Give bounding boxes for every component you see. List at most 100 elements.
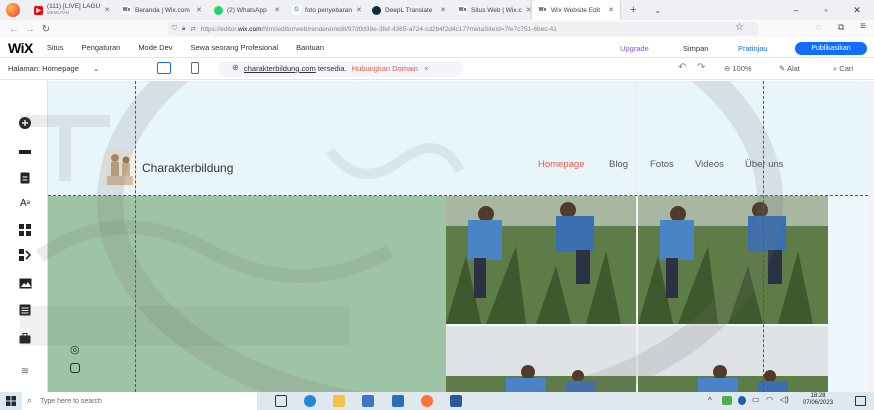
desktop-view-icon[interactable] bbox=[157, 62, 171, 74]
nav-blog[interactable]: Blog bbox=[609, 159, 628, 170]
preview-button[interactable]: Pratinjau bbox=[738, 38, 768, 58]
menu-hire-professional[interactable]: Sewa seorang Profesional bbox=[191, 43, 279, 52]
mail-icon[interactable] bbox=[392, 395, 404, 407]
hero-color-block[interactable] bbox=[48, 196, 446, 392]
task-view-icon[interactable] bbox=[275, 395, 287, 407]
zoom-control[interactable]: ⊖ 100% bbox=[724, 64, 752, 73]
theme-manager-icon[interactable]: Aa bbox=[17, 195, 33, 211]
portfolio-icon[interactable] bbox=[17, 330, 33, 346]
vertical-scrollbar[interactable] bbox=[868, 81, 874, 392]
menu-bantuan[interactable]: Bantuan bbox=[296, 43, 324, 52]
word-icon[interactable] bbox=[450, 395, 462, 407]
add-section-icon[interactable] bbox=[17, 144, 33, 160]
upgrade-button[interactable]: Upgrade bbox=[620, 38, 649, 58]
tools-button[interactable]: ✎ Alat bbox=[779, 64, 800, 73]
edge-icon[interactable] bbox=[304, 395, 316, 407]
close-icon[interactable]: ✕ bbox=[104, 6, 110, 14]
tab-wix-beranda[interactable]: Wx Beranda | Wix.com ✕ bbox=[116, 0, 208, 20]
site-logo-image[interactable] bbox=[103, 149, 137, 187]
store-icon[interactable] bbox=[362, 395, 374, 407]
domain-link[interactable]: charakterbildung.com bbox=[244, 64, 316, 73]
tab-whatsapp[interactable]: (2) WhatsApp ✕ bbox=[208, 0, 286, 20]
browser-tab-strip: ▶ (111) [LIVE] LAGU MEMUTAR ✕ Wx Beranda … bbox=[0, 0, 874, 20]
instagram-social-icon[interactable] bbox=[70, 363, 80, 373]
firefox-taskbar-icon[interactable] bbox=[421, 395, 433, 407]
save-button[interactable]: Simpan bbox=[683, 38, 708, 58]
menu-icon[interactable]: ≡ bbox=[860, 21, 866, 32]
extensions-icon[interactable]: ⧉ bbox=[838, 22, 844, 33]
cms-icon[interactable] bbox=[17, 302, 33, 318]
publish-button[interactable]: Publikasikan bbox=[795, 42, 867, 55]
firefox-logo-icon[interactable] bbox=[6, 3, 20, 17]
new-tab-icon[interactable]: + bbox=[630, 4, 636, 16]
gallery-photo-4[interactable] bbox=[638, 326, 828, 392]
menu-mode-dev[interactable]: Mode Dev bbox=[138, 43, 172, 52]
back-arrow-icon[interactable]: ← bbox=[6, 24, 22, 35]
close-icon[interactable]: ✕ bbox=[440, 6, 446, 14]
gallery-photo-2[interactable] bbox=[638, 196, 828, 324]
tab-wix-editor[interactable]: Wx Wix Website Edit ✕ bbox=[532, 0, 620, 20]
nav-videos[interactable]: Videos bbox=[695, 159, 724, 170]
shield-icon: ⛉ bbox=[172, 25, 177, 32]
minimize-icon[interactable]: – bbox=[781, 0, 811, 20]
close-icon[interactable]: ✕ bbox=[274, 6, 280, 14]
connect-domain-link[interactable]: Hubungkan Domain bbox=[352, 64, 418, 73]
wix-logo[interactable]: WiX bbox=[8, 40, 33, 56]
domain-globe-icon: ⊕ bbox=[232, 63, 239, 72]
site-title[interactable]: Charakterbildung bbox=[142, 161, 233, 175]
bookmark-star-icon[interactable]: ☆ bbox=[735, 22, 744, 33]
tab-title: Wix Website Edit bbox=[551, 6, 601, 14]
menu-situs[interactable]: Situs bbox=[47, 43, 64, 52]
nav-uber-uns[interactable]: Über uns bbox=[745, 159, 784, 170]
battery-icon[interactable]: ▭ bbox=[752, 395, 760, 404]
url-bar[interactable]: ⛉ 🔒︎ ⇄ https://editor.wix.com/html/edito… bbox=[168, 22, 758, 36]
whatsapp-social-icon[interactable]: ◎ bbox=[70, 343, 80, 356]
nav-homepage[interactable]: Homepage bbox=[538, 159, 584, 170]
nav-fotos[interactable]: Fotos bbox=[650, 159, 674, 170]
layers-icon[interactable]: ≋ bbox=[17, 363, 33, 379]
forward-arrow-icon[interactable]: → bbox=[22, 24, 38, 35]
close-icon[interactable]: ✕ bbox=[526, 6, 532, 14]
close-window-icon[interactable]: ✕ bbox=[842, 0, 872, 20]
reload-icon[interactable]: ↻ bbox=[38, 24, 54, 35]
chevron-down-icon[interactable]: ⌄ bbox=[654, 6, 661, 15]
maximize-icon[interactable]: ▫ bbox=[811, 0, 841, 20]
windows-taskbar: ⌕ Type here to search ^ ▭ ◠ ◁) 18:28 07/… bbox=[0, 392, 874, 410]
tab-google[interactable]: G foto penyebaran ✕ bbox=[286, 0, 366, 20]
close-icon[interactable]: ✕ bbox=[196, 6, 202, 14]
notifications-icon[interactable] bbox=[855, 396, 866, 406]
add-apps-icon[interactable] bbox=[17, 222, 33, 238]
close-icon[interactable]: × bbox=[424, 64, 428, 73]
page-selector[interactable]: Halaman: Homepage ⌄ bbox=[8, 64, 99, 73]
mobile-view-icon[interactable] bbox=[191, 62, 199, 74]
clock[interactable]: 18:28 07/06/2023 bbox=[803, 393, 833, 407]
wix-top-bar: WiX Situs Pengaturan Mode Dev Sewa seora… bbox=[0, 38, 874, 58]
gallery-photo-3[interactable] bbox=[446, 326, 636, 392]
volume-icon[interactable]: ◁) bbox=[780, 395, 789, 404]
tray-chevron-icon[interactable]: ^ bbox=[708, 396, 712, 405]
search-button[interactable]: ⌕ Cari bbox=[833, 64, 853, 74]
business-tools-icon[interactable] bbox=[17, 247, 33, 263]
media-icon[interactable] bbox=[17, 275, 33, 291]
redo-icon[interactable]: ↷ bbox=[697, 62, 705, 73]
site-header[interactable] bbox=[48, 81, 868, 196]
permissions-icon[interactable]: ⇄ bbox=[190, 25, 195, 33]
wifi-icon[interactable]: ◠ bbox=[766, 395, 773, 404]
menu-pengaturan[interactable]: Pengaturan bbox=[82, 43, 121, 52]
gallery-photo-1[interactable] bbox=[446, 196, 636, 324]
close-icon[interactable]: ✕ bbox=[356, 6, 362, 14]
taskbar-search-box[interactable]: ⌕ Type here to search bbox=[22, 392, 257, 410]
undo-icon[interactable]: ↶ bbox=[678, 62, 686, 73]
file-explorer-icon[interactable] bbox=[333, 395, 345, 407]
windows-start-icon[interactable] bbox=[6, 396, 16, 408]
close-icon[interactable]: ✕ bbox=[608, 6, 614, 14]
editor-canvas[interactable]: Charakterbildung Homepage Blog Fotos Vid… bbox=[48, 81, 868, 392]
add-elements-icon[interactable] bbox=[17, 115, 33, 131]
tab-wix-situs[interactable]: Wx Situs Web | Wix.c ✕ bbox=[452, 0, 532, 20]
tab-youtube[interactable]: ▶ (111) [LIVE] LAGU MEMUTAR ✕ bbox=[28, 0, 116, 20]
tray-app-icon[interactable] bbox=[722, 396, 732, 405]
pages-icon[interactable] bbox=[17, 170, 33, 186]
tab-deepl[interactable]: DeepL Translate ✕ bbox=[366, 0, 452, 20]
bluetooth-icon[interactable] bbox=[738, 396, 746, 405]
pocket-icon[interactable]: ◌ bbox=[816, 22, 821, 32]
